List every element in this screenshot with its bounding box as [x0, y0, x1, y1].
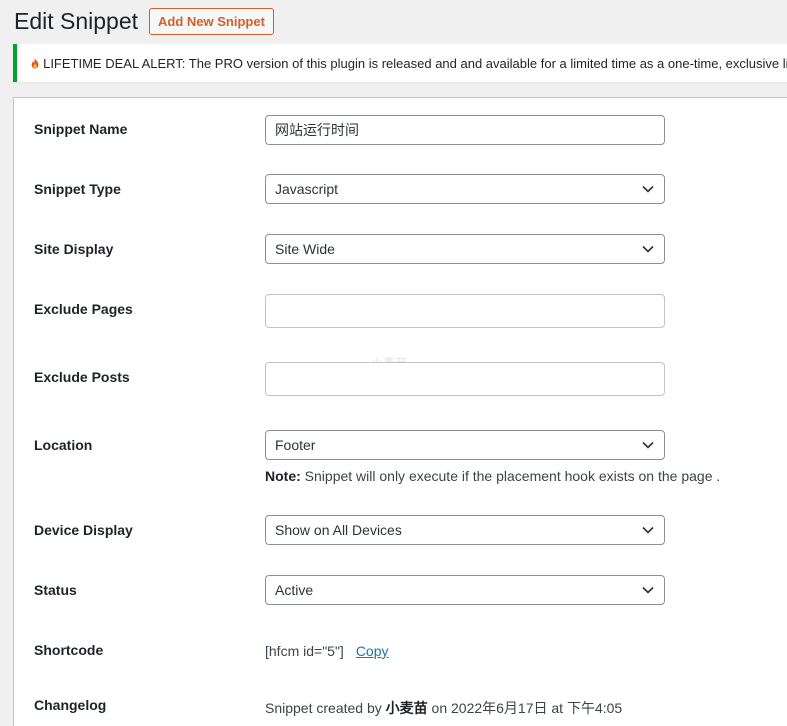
exclude-posts-label: Exclude Posts — [34, 369, 130, 385]
chevron-down-icon — [642, 441, 654, 449]
snippet-type-label: Snippet Type — [34, 181, 121, 197]
changelog-prefix: Snippet created by — [265, 700, 386, 716]
copy-shortcode-link[interactable]: Copy — [356, 643, 389, 659]
snippet-name-label: Snippet Name — [34, 121, 128, 137]
exclude-posts-input[interactable] — [265, 362, 665, 396]
changelog-author: 小麦苗 — [385, 700, 428, 716]
snippet-type-select[interactable]: Javascript — [265, 174, 665, 204]
chevron-down-icon — [642, 185, 654, 193]
device-display-value: Show on All Devices — [275, 522, 402, 538]
status-value: Active — [275, 582, 314, 598]
fire-icon — [31, 57, 39, 69]
notice-text: LIFETIME DEAL ALERT: The PRO version of … — [43, 55, 787, 71]
snippet-name-input[interactable]: 网站运行时间 — [265, 115, 665, 145]
page-header: Edit Snippet Add New Snippet — [14, 6, 274, 36]
changelog-suffix: on 2022年6月17日 at 下午4:05 — [427, 700, 623, 716]
chevron-down-icon — [642, 586, 654, 594]
snippet-type-value: Javascript — [275, 181, 339, 197]
shortcode-display: [hfcm id="5"] Copy — [265, 643, 389, 659]
location-label: Location — [34, 437, 93, 453]
changelog-label: Changelog — [34, 697, 107, 713]
location-note-text: Snippet will only execute if the placeme… — [300, 468, 721, 484]
location-select[interactable]: Footer — [265, 430, 665, 460]
lifetime-deal-notice: LIFETIME DEAL ALERT: The PRO version of … — [13, 44, 787, 82]
location-value: Footer — [275, 437, 316, 453]
device-display-select[interactable]: Show on All Devices — [265, 515, 665, 545]
status-select[interactable]: Active — [265, 575, 665, 605]
snippet-settings-panel: Snippet Name 网站运行时间 Snippet Type Javascr… — [13, 97, 787, 726]
chevron-down-icon — [642, 245, 654, 253]
site-display-label: Site Display — [34, 241, 114, 257]
status-label: Status — [34, 582, 77, 598]
page-title: Edit Snippet — [14, 8, 139, 34]
exclude-pages-label: Exclude Pages — [34, 301, 133, 317]
chevron-down-icon — [642, 526, 654, 534]
exclude-pages-input[interactable] — [265, 294, 665, 328]
site-display-value: Site Wide — [275, 241, 335, 257]
shortcode-value: [hfcm id="5"] — [265, 643, 344, 659]
device-display-label: Device Display — [34, 522, 133, 538]
shortcode-label: Shortcode — [34, 642, 104, 658]
add-new-snippet-button[interactable]: Add New Snippet — [149, 7, 274, 35]
changelog-text: Snippet created by 小麦苗 on 2022年6月17日 at … — [265, 698, 622, 718]
site-display-select[interactable]: Site Wide — [265, 234, 665, 264]
location-note-bold: Note: — [265, 468, 301, 484]
location-note: Note: Snippet will only execute if the p… — [265, 468, 720, 484]
